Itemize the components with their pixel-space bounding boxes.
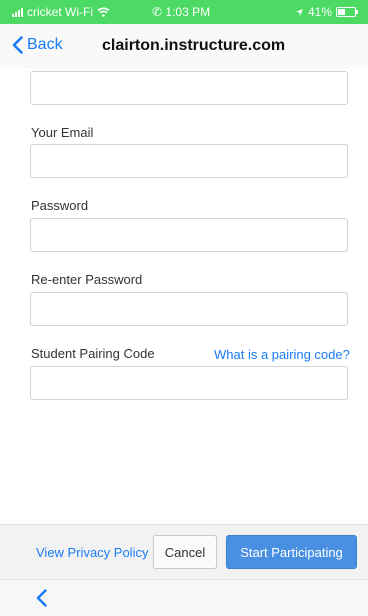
cancel-button[interactable]: Cancel bbox=[153, 535, 217, 569]
carrier-info: cricket Wi-Fi bbox=[12, 5, 110, 19]
pairing-code-label: Student Pairing Code bbox=[31, 346, 155, 361]
battery-percent: 41% bbox=[307, 5, 332, 19]
location-icon bbox=[295, 8, 304, 16]
browser-back-button[interactable] bbox=[36, 589, 47, 612]
back-label: Back bbox=[27, 36, 63, 53]
back-button[interactable]: Back bbox=[12, 36, 63, 54]
time-label: 1:03 PM bbox=[165, 5, 211, 19]
password-field[interactable] bbox=[30, 218, 348, 252]
chevron-left-icon bbox=[12, 36, 23, 54]
privacy-policy-link[interactable]: View Privacy Policy bbox=[36, 545, 148, 560]
reenter-password-label: Re-enter Password bbox=[31, 272, 143, 287]
navigation-bar: Back clairton.instructure.com bbox=[0, 24, 368, 68]
browser-toolbar bbox=[0, 579, 368, 616]
chevron-left-icon bbox=[36, 589, 47, 607]
email-label: Your Email bbox=[31, 125, 94, 140]
status-time: ✆ 1:03 PM bbox=[152, 5, 210, 19]
status-bar: cricket Wi-Fi ✆ 1:03 PM 41% bbox=[0, 0, 368, 24]
battery-icon bbox=[336, 7, 358, 17]
top-field[interactable] bbox=[30, 71, 348, 105]
battery-status: 41% bbox=[295, 5, 358, 19]
carrier-label: cricket Wi-Fi bbox=[27, 5, 93, 19]
page-title: clairton.instructure.com bbox=[102, 37, 286, 54]
password-label: Password bbox=[31, 198, 89, 213]
wifi-icon bbox=[97, 7, 110, 17]
phone-icon: ✆ bbox=[152, 5, 163, 19]
signal-icon bbox=[12, 7, 23, 17]
pairing-code-field[interactable] bbox=[30, 366, 348, 400]
pairing-code-help-link[interactable]: What is a pairing code? bbox=[214, 347, 350, 362]
start-participating-button[interactable]: Start Participating bbox=[226, 535, 357, 569]
reenter-password-field[interactable] bbox=[30, 292, 348, 326]
action-footer: View Privacy Policy Cancel Start Partici… bbox=[0, 524, 368, 579]
email-field[interactable] bbox=[30, 144, 348, 178]
